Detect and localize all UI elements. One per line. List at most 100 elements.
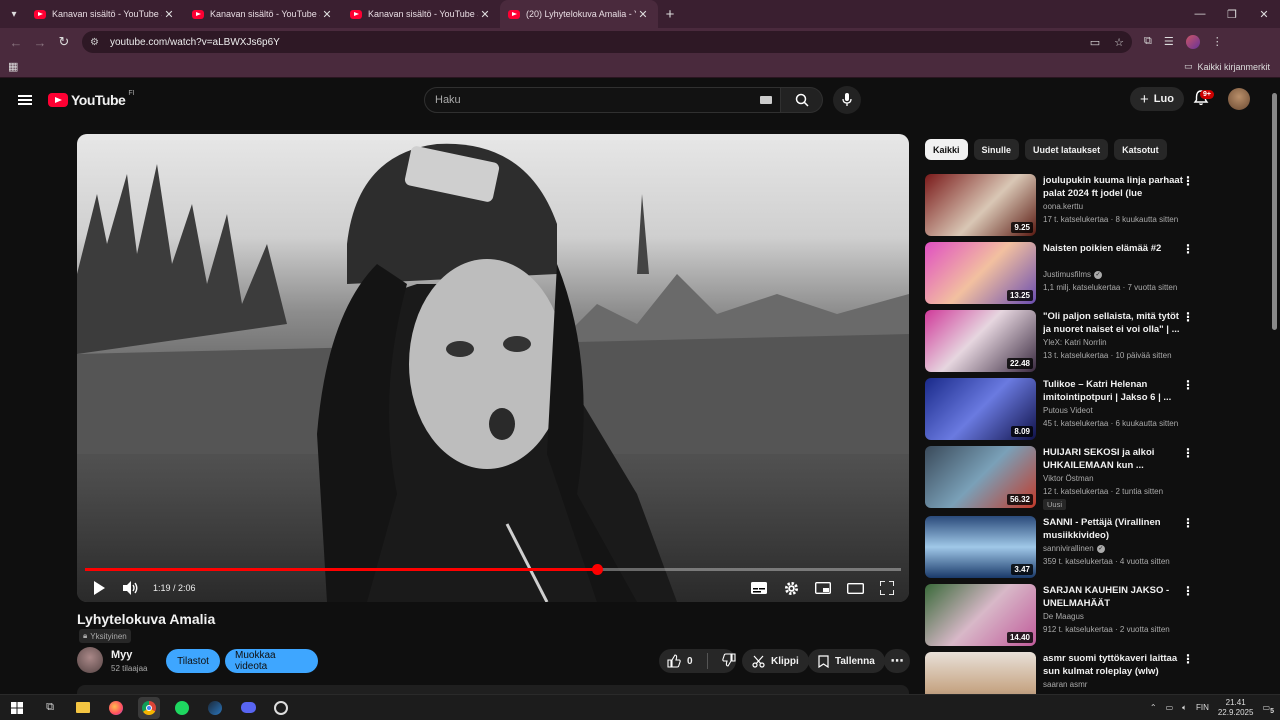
settings-button[interactable] [775, 574, 807, 602]
speaker-icon[interactable]: 🔈︎ [1182, 703, 1187, 713]
url-field[interactable]: ⚙ youtube.com/watch?v=aLBWXJs6p6Y ▭ ☆ [82, 31, 1132, 53]
forward-arrow-icon[interactable]: → [28, 35, 52, 50]
task-view-icon[interactable]: ⧉ [39, 697, 61, 719]
create-button[interactable]: + Luo [1130, 87, 1184, 111]
related-video-title[interactable]: SANNI - Pettäjä (Virallinen musiikkivide… [1043, 516, 1183, 542]
more-vertical-icon[interactable]: ⋮ [1182, 311, 1194, 323]
browser-menu-icon[interactable]: ⋮ [1212, 35, 1223, 49]
video-thumbnail[interactable]: 9.25 [925, 174, 1036, 236]
app-icon[interactable] [270, 697, 292, 719]
new-tab-plus-icon[interactable]: + [658, 6, 682, 23]
video-thumbnail[interactable]: 22.48 [925, 310, 1036, 372]
clip-button[interactable]: Klippi [742, 649, 809, 673]
related-video-title[interactable]: HUIJARI SEKOSI ja alkoi UHKAILEMAAN kun … [1043, 446, 1183, 472]
tray-chevron-up-icon[interactable]: ⌃ [1150, 703, 1157, 712]
related-channel-name[interactable]: sannivirallinen ✓ [1043, 544, 1105, 553]
language-indicator[interactable]: FIN [1196, 703, 1209, 712]
channel-avatar[interactable] [77, 647, 103, 673]
video-thumbnail[interactable]: 8.09 [925, 378, 1036, 440]
related-video-item[interactable]: 13.25 Naisten poikien elämää #2 Justimus… [925, 242, 1265, 310]
network-icon[interactable]: ▭ [1166, 703, 1174, 712]
browser-tab-active[interactable]: (20) Lyhytelokuva Amalia - YouTube ✕ [500, 0, 658, 28]
browser-tab[interactable]: Kanavan sisältö - YouTube Studio ✕ [26, 0, 184, 28]
miniplayer-button[interactable] [807, 574, 839, 602]
more-vertical-icon[interactable]: ⋮ [1182, 175, 1194, 187]
back-arrow-icon[interactable]: ← [4, 35, 28, 50]
mute-button[interactable] [115, 574, 147, 602]
subtitles-button[interactable] [743, 574, 775, 602]
taskbar-clock[interactable]: 21.41 22.9.2025 [1218, 698, 1254, 718]
bookmark-star-icon[interactable]: ☆ [1114, 36, 1124, 49]
notification-center-icon[interactable]: ▭ 5 [1262, 703, 1274, 715]
related-channel-name[interactable]: YleX: Katri Norrlin [1043, 338, 1107, 347]
related-channel-name[interactable]: saaran asmr [1043, 680, 1087, 689]
search-input[interactable]: Haku [424, 87, 781, 113]
related-video-item[interactable]: 9.25 joulupukin kuuma linja parhaat pala… [925, 174, 1265, 242]
more-vertical-icon[interactable]: ⋮ [1182, 517, 1194, 529]
related-video-item[interactable]: 22.48 "Oli paljon sellaista, mitä tytöt … [925, 310, 1265, 378]
play-button[interactable] [83, 574, 115, 602]
firefox-icon[interactable] [105, 697, 127, 719]
more-vertical-icon[interactable]: ⋮ [1182, 379, 1194, 391]
video-thumbnail[interactable]: 14.40 [925, 584, 1036, 646]
video-thumbnail[interactable]: 56.32 [925, 446, 1036, 508]
close-window-icon[interactable]: ✕ [1248, 8, 1280, 21]
browser-tab[interactable]: Kanavan sisältö - YouTube Studio ✕ [184, 0, 342, 28]
voice-search-button[interactable] [833, 86, 861, 114]
related-channel-name[interactable]: De Maagus [1043, 612, 1084, 621]
windows-start-icon[interactable] [6, 697, 28, 719]
related-channel-name[interactable]: Justimusfilms ✓ [1043, 270, 1103, 279]
close-tab-icon[interactable]: ✕ [636, 8, 650, 21]
close-tab-icon[interactable]: ✕ [162, 8, 176, 21]
more-vertical-icon[interactable]: ⋮ [1182, 447, 1194, 459]
steam-icon[interactable] [204, 697, 226, 719]
chip-watched[interactable]: Katsotut [1114, 139, 1167, 160]
related-channel-name[interactable]: Putous Videot [1043, 406, 1093, 415]
close-tab-icon[interactable]: ✕ [478, 8, 492, 21]
related-video-title[interactable]: SARJAN KAUHEIN JAKSO - UNELMAHÄÄT [1043, 584, 1183, 610]
chip-recent-uploads[interactable]: Uudet lataukset [1025, 139, 1109, 160]
chip-all[interactable]: Kaikki [925, 139, 968, 160]
related-channel-name[interactable]: oona.kerttu [1043, 202, 1083, 211]
site-settings-icon[interactable]: ⚙ [90, 37, 104, 48]
related-video-item[interactable]: 8.09 Tulikoe – Katri Helenan imitointipo… [925, 378, 1265, 446]
related-video-title[interactable]: asmr suomi tyttökaveri laittaa sun kulma… [1043, 652, 1183, 678]
video-thumbnail[interactable]: 3.47 [925, 516, 1036, 578]
related-video-item[interactable]: 14.40 SARJAN KAUHEIN JAKSO - UNELMAHÄÄT … [925, 584, 1265, 652]
chip-for-you[interactable]: Sinulle [973, 139, 1020, 160]
youtube-logo[interactable]: YouTube FI [48, 90, 135, 108]
discord-icon[interactable] [237, 697, 259, 719]
more-actions-button[interactable]: ⋯ [884, 649, 910, 673]
page-scrollbar[interactable] [1272, 93, 1277, 330]
search-button[interactable] [781, 87, 823, 113]
chrome-icon[interactable] [138, 696, 160, 719]
user-avatar[interactable] [1228, 88, 1250, 110]
tab-search-chevron-icon[interactable]: ▾ [2, 2, 26, 26]
save-button[interactable]: Tallenna [808, 649, 885, 673]
all-bookmarks-button[interactable]: ▭ Kaikki kirjanmerkit [1184, 61, 1270, 72]
menu-hamburger-icon[interactable] [18, 95, 32, 105]
video-player[interactable]: 1:19 / 2:06 [77, 134, 909, 602]
theater-mode-button[interactable] [839, 574, 871, 602]
related-video-item[interactable]: 3.47 SANNI - Pettäjä (Virallinen musiikk… [925, 516, 1265, 584]
keyboard-icon[interactable] [760, 96, 772, 104]
progress-bar[interactable] [85, 564, 901, 575]
like-button[interactable]: 0 [667, 654, 693, 668]
close-tab-icon[interactable]: ✕ [320, 8, 334, 21]
related-video-item[interactable]: 56.32 HUIJARI SEKOSI ja alkoi UHKAILEMAA… [925, 446, 1265, 514]
more-vertical-icon[interactable]: ⋮ [1182, 653, 1194, 665]
minimize-icon[interactable]: — [1184, 8, 1216, 21]
apps-grid-icon[interactable]: ▦ [8, 60, 18, 73]
video-thumbnail[interactable]: 13.25 [925, 242, 1036, 304]
edit-video-button[interactable]: Muokkaa videota [225, 649, 318, 673]
related-channel-name[interactable]: Viktor Östman [1043, 474, 1094, 483]
cast-icon[interactable]: ▭ [1090, 36, 1100, 49]
more-vertical-icon[interactable]: ⋮ [1182, 585, 1194, 597]
reading-list-icon[interactable]: ☰ [1164, 35, 1174, 49]
related-video-title[interactable]: joulupukin kuuma linja parhaat palat 202… [1043, 174, 1183, 200]
extensions-icon[interactable]: ⧉ [1144, 35, 1152, 49]
analytics-button[interactable]: Tilastot [166, 649, 220, 673]
fullscreen-button[interactable] [871, 574, 903, 602]
related-video-title[interactable]: Tulikoe – Katri Helenan imitointipotpuri… [1043, 378, 1183, 404]
spotify-icon[interactable] [171, 697, 193, 719]
